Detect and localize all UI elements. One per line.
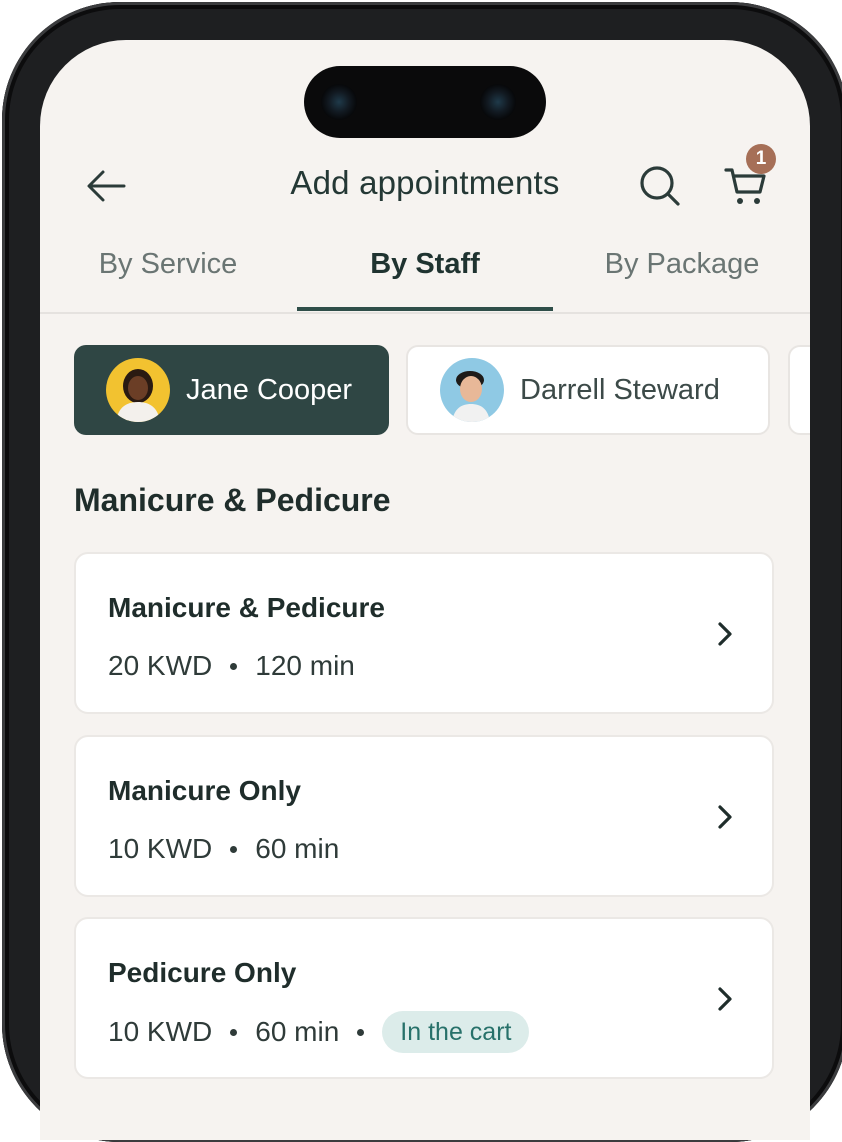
tab-by-service[interactable]: By Service	[40, 248, 296, 281]
service-name: Manicure Only	[108, 775, 301, 806]
chevron-right-icon	[718, 987, 732, 1011]
camera-lens-icon	[321, 84, 357, 120]
separator-dot	[357, 1028, 365, 1036]
service-duration: 60 min	[255, 1016, 340, 1047]
tab-by-package[interactable]: By Package	[554, 248, 810, 281]
tab-by-staff[interactable]: By Staff	[297, 248, 553, 281]
service-card-manicure-pedicure[interactable]: Manicure & Pedicure 20 KWD 120 min	[74, 552, 774, 714]
section-title: Manicure & Pedicure	[74, 482, 391, 518]
separator-dot	[230, 1028, 238, 1036]
staff-selector: Jane Cooper Darrell Steward	[74, 345, 810, 437]
tab-bar: By Service By Staff By Package	[40, 232, 810, 314]
phone-frame: Add appointments 1 By Service By Staff B…	[2, 2, 842, 1142]
in-cart-tag: In the cart	[382, 1011, 530, 1053]
service-price: 10 KWD	[108, 833, 213, 864]
chevron-right-icon	[718, 622, 732, 646]
staff-chip-jane-cooper[interactable]: Jane Cooper	[74, 345, 389, 435]
service-card-pedicure-only[interactable]: Pedicure Only 10 KWD 60 min In the cart	[74, 917, 774, 1079]
search-button[interactable]	[638, 164, 682, 208]
avatar	[106, 358, 170, 422]
staff-chip-darrell-steward[interactable]: Darrell Steward	[406, 345, 770, 435]
sensor-lens-icon	[480, 84, 516, 120]
service-name: Pedicure Only	[108, 957, 297, 988]
app-header: Add appointments	[40, 150, 810, 220]
active-tab-indicator	[297, 307, 553, 311]
dynamic-island	[304, 66, 546, 138]
separator-dot	[230, 845, 238, 853]
staff-name: Darrell Steward	[520, 373, 720, 406]
service-meta: 10 KWD 60 min In the cart	[108, 1011, 530, 1053]
separator-dot	[230, 662, 238, 670]
page-title: Add appointments	[290, 164, 560, 201]
app-screen: Add appointments 1 By Service By Staff B…	[40, 40, 810, 1140]
search-icon	[640, 166, 680, 206]
service-duration: 120 min	[255, 650, 355, 681]
avatar	[440, 358, 504, 422]
chevron-right-icon	[718, 805, 732, 829]
service-meta: 10 KWD 60 min	[108, 833, 339, 865]
cart-count-badge: 1	[746, 144, 776, 174]
service-price: 10 KWD	[108, 1016, 213, 1047]
service-duration: 60 min	[255, 833, 340, 864]
service-price: 20 KWD	[108, 650, 213, 681]
service-card-manicure-only[interactable]: Manicure Only 10 KWD 60 min	[74, 735, 774, 897]
service-meta: 20 KWD 120 min	[108, 650, 355, 682]
service-name: Manicure & Pedicure	[108, 592, 385, 623]
staff-name: Jane Cooper	[186, 373, 353, 406]
staff-chip-next[interactable]	[788, 345, 810, 435]
